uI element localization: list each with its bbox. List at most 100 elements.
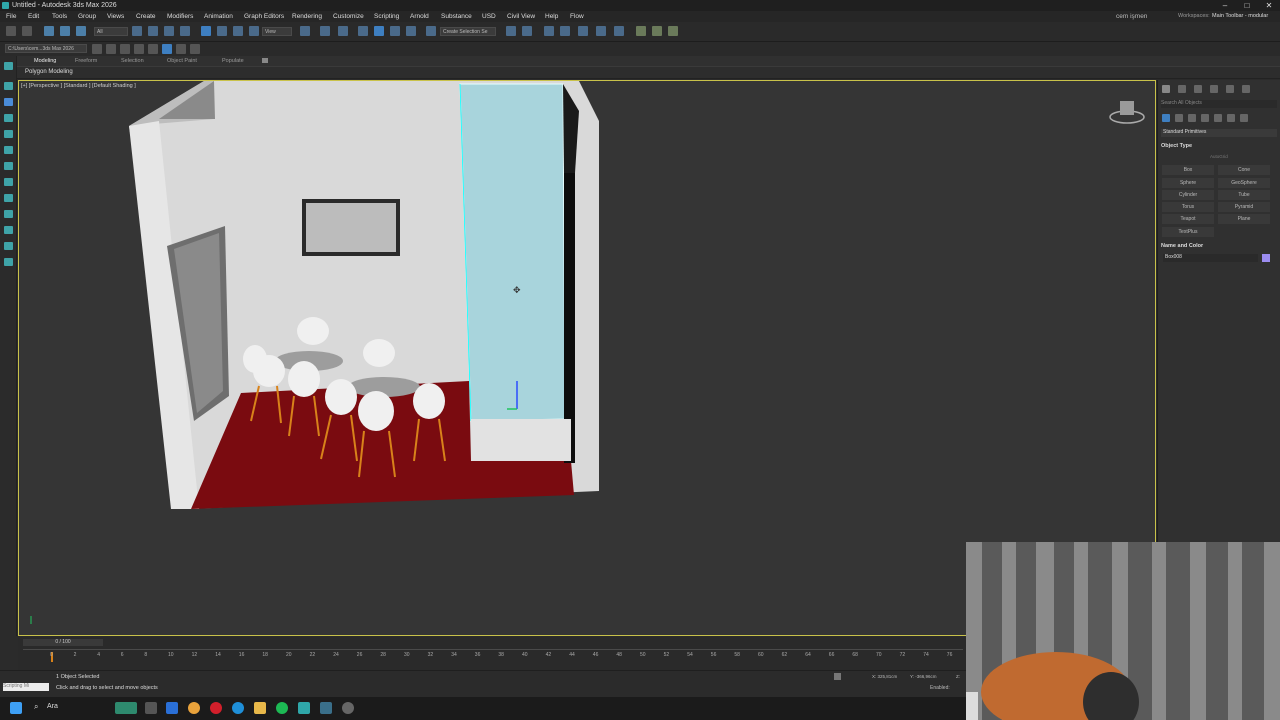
- search-icon[interactable]: ⌕: [34, 702, 38, 712]
- redo-icon[interactable]: [22, 26, 32, 36]
- coord-z[interactable]: Z:: [956, 674, 960, 679]
- teapot-button[interactable]: Teapot: [1162, 214, 1214, 224]
- shell-icon[interactable]: [4, 194, 13, 202]
- object-name-field[interactable]: Box008: [1163, 254, 1258, 262]
- widgets-icon[interactable]: [115, 702, 137, 714]
- search-objects-input[interactable]: Search All Objects: [1161, 100, 1277, 108]
- named-selection-dropdown[interactable]: Create Selection Se: [440, 27, 496, 36]
- snaps-toggle-icon[interactable]: [358, 26, 368, 36]
- material-editor-icon[interactable]: [614, 26, 624, 36]
- display-tab-icon[interactable]: [1226, 85, 1234, 93]
- shapes-icon[interactable]: [1175, 114, 1183, 122]
- coord-y[interactable]: Y: -366,96cm: [910, 674, 937, 679]
- lock-selection-icon[interactable]: [834, 673, 841, 680]
- schematic-view-icon[interactable]: [596, 26, 606, 36]
- rendered-frame-icon[interactable]: [652, 26, 662, 36]
- scale-icon[interactable]: [233, 26, 243, 36]
- file-explorer-icon[interactable]: [254, 702, 266, 714]
- 3dsmax-alt-icon[interactable]: [320, 702, 332, 714]
- create-tab-icon[interactable]: [1162, 85, 1170, 93]
- helpers-icon[interactable]: [1214, 114, 1222, 122]
- category-dropdown[interactable]: Standard Primitives: [1161, 129, 1277, 137]
- menu-edit[interactable]: Edit: [28, 11, 39, 22]
- cylinder-button[interactable]: Cylinder: [1162, 190, 1214, 200]
- container-icon[interactable]: [120, 44, 130, 54]
- autogrid-checkbox[interactable]: AutoGrid: [1210, 154, 1228, 159]
- user-account[interactable]: cem işmen: [1116, 11, 1147, 22]
- rotate-icon[interactable]: [217, 26, 227, 36]
- tab-freeform[interactable]: Freeform: [75, 58, 97, 64]
- menu-rendering[interactable]: Rendering: [292, 11, 322, 22]
- unlink-icon[interactable]: [60, 26, 70, 36]
- gear-icon[interactable]: [190, 44, 200, 54]
- tab-object-paint[interactable]: Object Paint: [167, 58, 197, 64]
- object-type-rollout[interactable]: Object Type: [1161, 141, 1276, 151]
- windows-start-icon[interactable]: [10, 702, 22, 714]
- lock-icon[interactable]: [148, 44, 158, 54]
- settings-icon[interactable]: [342, 702, 354, 714]
- tube-button[interactable]: Tube: [1218, 190, 1270, 200]
- project-path-dropdown[interactable]: C:\Users\cem...3ds Max 2026: [5, 44, 87, 53]
- coord-x[interactable]: X: 325,81cm: [872, 674, 897, 679]
- close-button[interactable]: ✕: [1258, 0, 1280, 11]
- torus-button[interactable]: Torus: [1162, 202, 1214, 212]
- selection-filter-dropdown[interactable]: All: [94, 27, 128, 36]
- menu-customize[interactable]: Customize: [333, 11, 364, 22]
- menu-file[interactable]: File: [6, 11, 16, 22]
- maxscript-listener[interactable]: Scripting Mi: [3, 683, 49, 691]
- menu-group[interactable]: Group: [78, 11, 96, 22]
- menu-help[interactable]: Help: [545, 11, 558, 22]
- chamfer-icon[interactable]: [4, 258, 13, 266]
- tab-modeling[interactable]: Modeling: [34, 58, 56, 64]
- motion-icon[interactable]: [4, 114, 13, 122]
- keyboard-shortcut-icon[interactable]: [338, 26, 348, 36]
- bind-spacewarp-icon[interactable]: [76, 26, 86, 36]
- 3dsmax-icon[interactable]: [298, 702, 310, 714]
- tab-selection[interactable]: Selection: [121, 58, 144, 64]
- layer-explorer-icon[interactable]: [544, 26, 554, 36]
- menu-views[interactable]: Views: [107, 11, 124, 22]
- mirror-icon[interactable]: [506, 26, 516, 36]
- menu-civil-view[interactable]: Civil View: [507, 11, 535, 22]
- chrome-icon[interactable]: [188, 702, 200, 714]
- menu-scripting[interactable]: Scripting: [374, 11, 399, 22]
- capture-icon[interactable]: [176, 44, 186, 54]
- place-icon[interactable]: [249, 26, 259, 36]
- modify-icon[interactable]: [4, 82, 13, 90]
- task-view-icon[interactable]: [145, 702, 157, 714]
- project-folder-icon[interactable]: [92, 44, 102, 54]
- textplus-button[interactable]: TextPlus: [1162, 227, 1214, 237]
- spinner-snap-icon[interactable]: [406, 26, 416, 36]
- curve-editor-icon[interactable]: [578, 26, 588, 36]
- menu-animation[interactable]: Animation: [204, 11, 233, 22]
- undo-icon[interactable]: [6, 26, 16, 36]
- utilities-icon[interactable]: [4, 146, 13, 154]
- window-crossing-icon[interactable]: [180, 26, 190, 36]
- render-icon[interactable]: [668, 26, 678, 36]
- menu-create[interactable]: Create: [136, 11, 156, 22]
- menu-usd[interactable]: USD: [482, 11, 496, 22]
- display-icon[interactable]: [4, 130, 13, 138]
- geosphere-button[interactable]: GeoSphere: [1218, 178, 1270, 188]
- systems-icon[interactable]: [1240, 114, 1248, 122]
- name-and-color-rollout[interactable]: Name and Color: [1161, 241, 1276, 251]
- opera-icon[interactable]: [210, 702, 222, 714]
- viewport-label[interactable]: [+] [Perspective ] [Standard ] [Default …: [21, 83, 136, 89]
- create-icon[interactable]: [4, 62, 13, 70]
- link-icon[interactable]: [44, 26, 54, 36]
- select-by-name-icon[interactable]: [148, 26, 158, 36]
- edit-named-selection-icon[interactable]: [426, 26, 436, 36]
- align-icon[interactable]: [522, 26, 532, 36]
- menu-flow[interactable]: Flow: [570, 11, 584, 22]
- box-button[interactable]: Box: [1162, 165, 1214, 175]
- turbosmooth-icon[interactable]: [4, 242, 13, 250]
- plane-button[interactable]: Plane: [1218, 214, 1270, 224]
- menu-modifiers[interactable]: Modifiers: [167, 11, 193, 22]
- edit-poly-icon[interactable]: [4, 162, 13, 170]
- object-color-swatch[interactable]: [1262, 254, 1270, 262]
- menu-substance[interactable]: Substance: [441, 11, 472, 22]
- motion-tab-icon[interactable]: [1210, 85, 1218, 93]
- hierarchy-icon[interactable]: [4, 98, 13, 106]
- reference-coordinate-dropdown[interactable]: View: [262, 27, 292, 36]
- menu-arnold[interactable]: Arnold: [410, 11, 429, 22]
